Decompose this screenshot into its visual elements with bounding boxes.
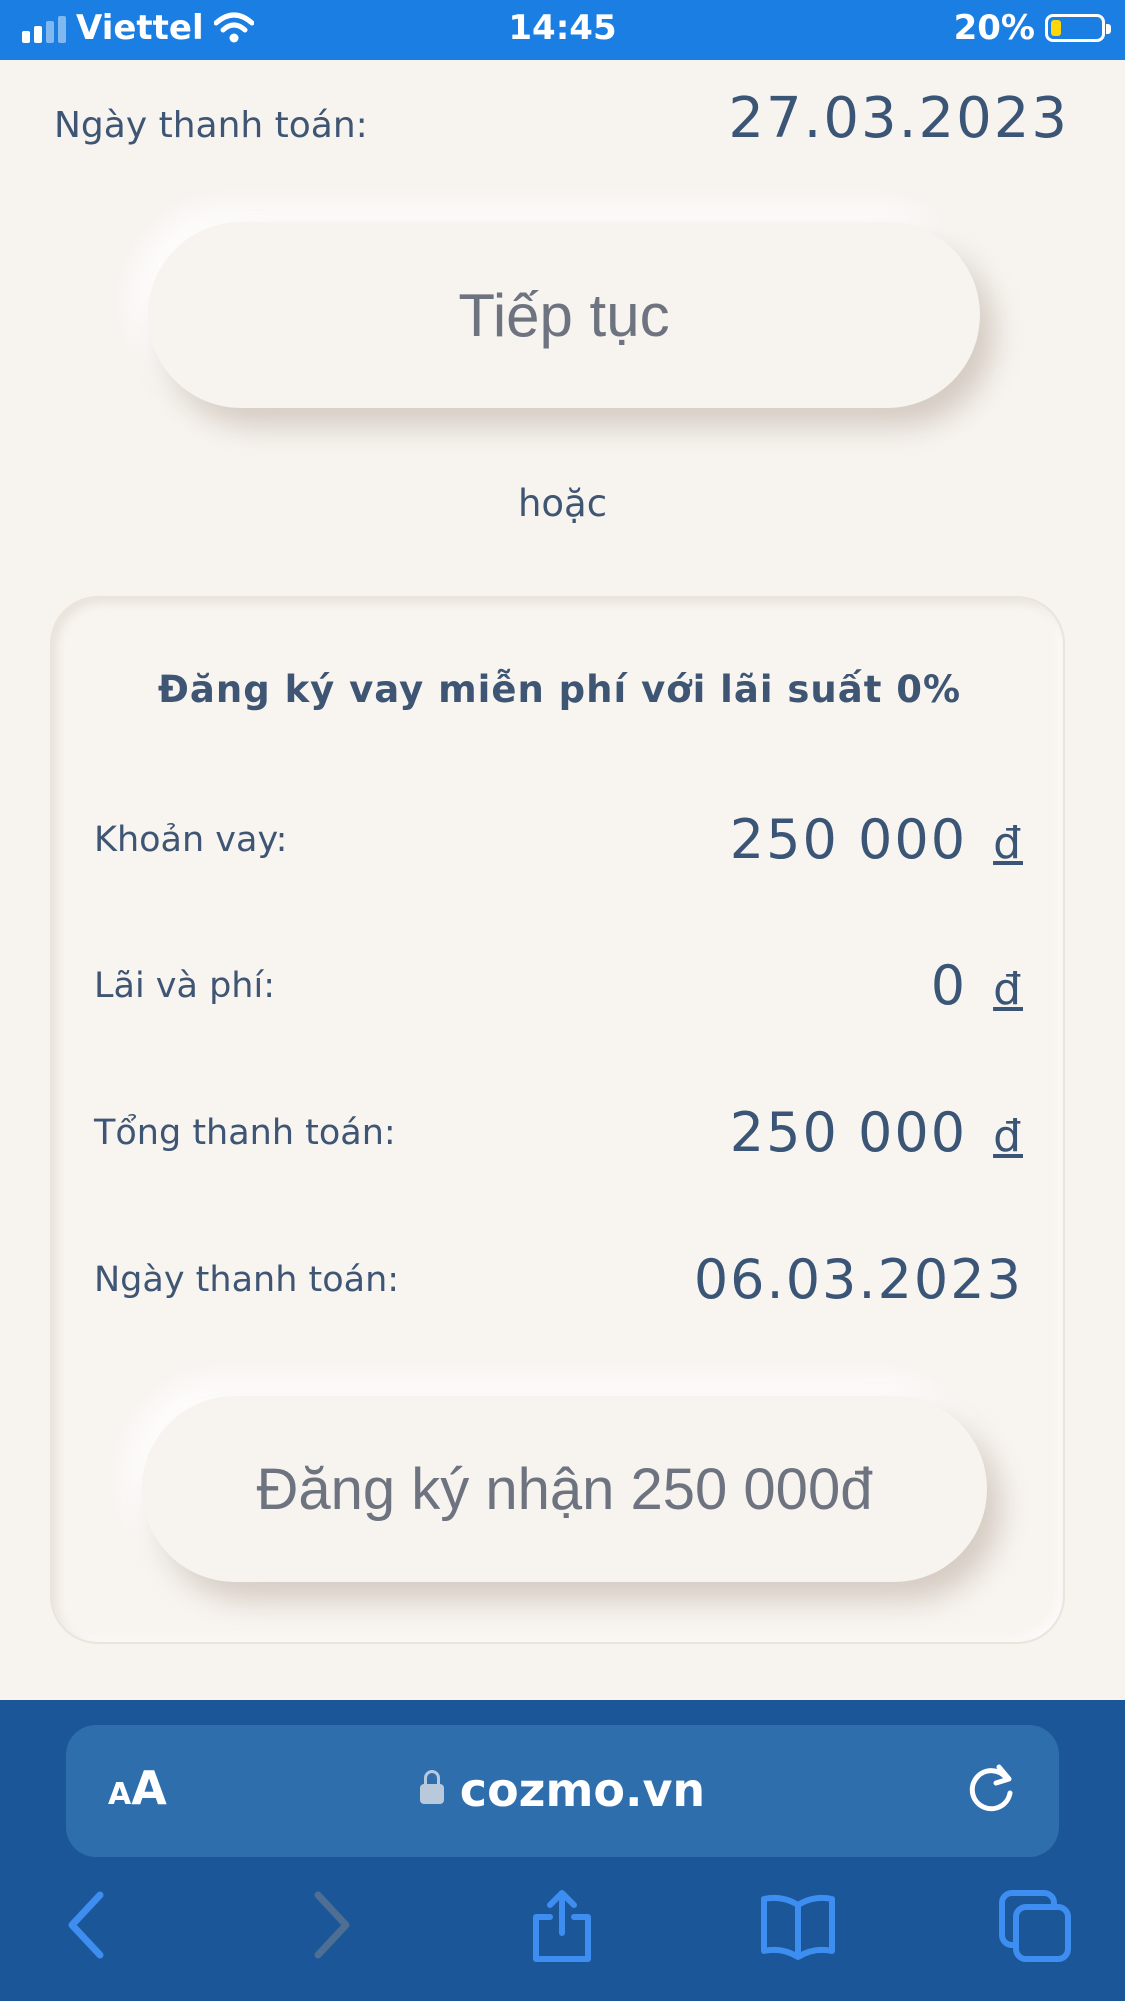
status-right: 20% [953,8,1111,48]
or-divider-text: hoặc [517,482,608,525]
payment-date-value: 27.03.2023 [728,86,1069,151]
loan-card-title: Đăng ký vay miễn phí với lãi suất 0% [157,668,962,711]
address-bar[interactable]: AA cozmo.vn [66,1725,1059,1857]
browser-toolbar [0,1885,1125,1985]
register-loan-button[interactable]: Đăng ký nhận 250 000đ [142,1396,987,1582]
tabs-icon[interactable] [994,1885,1074,1965]
payment-date-row: Ngày thanh toán: 27.03.2023 [54,86,1069,151]
reload-icon[interactable] [963,1761,1021,1819]
loan-payment-date-label: Ngày thanh toán: [94,1259,400,1300]
interest-fee-value: 0đ [930,954,1023,1017]
battery-icon [1045,14,1111,42]
loan-amount-label: Khoản vay: [94,819,288,860]
url-display[interactable]: cozmo.vn [66,1763,1059,1817]
bookmarks-icon[interactable] [758,1885,838,1965]
loan-offer-card: Đăng ký vay miễn phí với lãi suất 0% Kho… [50,596,1065,1644]
total-payment-label: Tổng thanh toán: [94,1112,396,1153]
back-icon[interactable] [48,1885,128,1965]
interest-fee-label: Lãi và phí: [94,965,275,1006]
loan-payment-date-row: Ngày thanh toán: 06.03.2023 [94,1248,1023,1311]
status-bar: Viettel 14:45 20% [0,0,1125,60]
total-payment-row: Tổng thanh toán: 250 000 đ [94,1101,1023,1164]
currency-symbol: đ [993,964,1023,1015]
battery-percent: 20% [953,8,1035,48]
lock-icon [419,1769,444,1804]
browser-bottom-bar: AA cozmo.vn [0,1700,1125,2001]
total-payment-value: 250 000 đ [729,1101,1023,1164]
share-icon[interactable] [522,1885,602,1965]
payment-date-label: Ngày thanh toán: [54,105,368,146]
currency-symbol: đ [993,818,1023,869]
url-text: cozmo.vn [459,1763,706,1817]
continue-button[interactable]: Tiếp tục [148,222,980,408]
loan-amount-row: Khoản vay: 250 000 đ [94,808,1023,871]
currency-symbol: đ [993,1111,1023,1162]
loan-amount-value: 250 000 đ [729,808,1023,871]
forward-icon[interactable] [290,1885,370,1965]
interest-fee-row: Lãi và phí: 0đ [94,954,1023,1017]
loan-payment-date-value: 06.03.2023 [693,1248,1023,1311]
